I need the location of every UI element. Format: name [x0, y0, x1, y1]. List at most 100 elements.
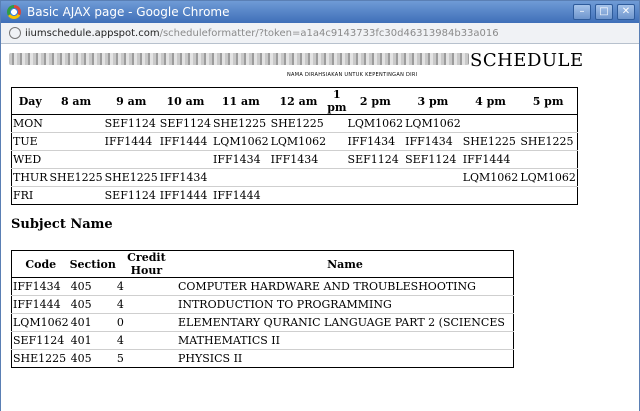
subject-cell: INTRODUCTION TO PROGRAMMING	[177, 295, 514, 314]
subject-column-header: Section	[69, 250, 116, 278]
schedule-column-header: 10 am	[158, 87, 212, 115]
schedule-cell	[346, 186, 405, 205]
page-info-icon[interactable]	[9, 27, 21, 39]
schedule-column-header: 12 am	[269, 87, 328, 115]
schedule-cell: LQM1062	[461, 168, 520, 187]
subject-table: Code Section Credit Hour Name IFF1434 405 4 CO…	[11, 250, 514, 368]
subject-row: SHE1225 405 5 PHYSICS II	[11, 349, 514, 368]
schedule-cell: SEF1124	[159, 117, 211, 130]
schedule-table: Day 8 am 9 am 10 am 11 am 12 am 1 pm 2 pm 3 pm 4 …	[11, 87, 578, 205]
schedule-row: THUR SHE1225 SHE1225 IFF1434 LQM1062 LQM1062	[11, 168, 578, 187]
schedule-cell: IFF1444	[461, 150, 520, 169]
subject-cell: 4	[115, 295, 177, 314]
subject-column-header: Name	[177, 250, 514, 278]
schedule-cell: IFF1434	[346, 132, 405, 151]
schedule-cell	[404, 168, 462, 187]
schedule-cell: SEF1124	[404, 150, 462, 169]
schedule-column-header: 3 pm	[404, 87, 462, 115]
subject-cell: 4	[116, 280, 124, 293]
schedule-column-header: 5 pm	[519, 87, 578, 115]
browser-window: Basic AJAX page - Google Chrome – □ ✕ ii…	[0, 0, 640, 411]
schedule-cell	[158, 150, 212, 169]
subject-row: IFF1434 405 4 COMPUTER HARDWARE AND TROUBLE…	[12, 278, 514, 296]
schedule-cell	[519, 186, 578, 205]
subject-header-row: Code Section Credit Hour Name	[11, 250, 514, 278]
schedule-row: MON SEF1124 SEF1124 SHE1225 SHE1225 LQM1062 LQ…	[12, 115, 578, 133]
subject-row: LQM1062 401 0 ELEMENTARY QURANIC LANGUAGE P…	[11, 313, 514, 332]
schedule-cell: SHE1225	[213, 117, 267, 130]
schedule-cell: IFF1434	[212, 150, 270, 169]
schedule-cell: IFF1434	[404, 132, 462, 151]
schedule-cell: IFF1434	[158, 168, 212, 187]
close-button[interactable]: ✕	[617, 4, 635, 20]
address-bar[interactable]: iiumschedule.appspot.com /scheduleformat…	[1, 23, 639, 44]
redacted-name-banner	[9, 53, 469, 65]
schedule-cell: SHE1225	[461, 132, 520, 151]
schedule-cell	[48, 186, 104, 205]
schedule-cell: SHE1225	[270, 117, 324, 130]
schedule-heading: SCHEDULE	[470, 50, 584, 71]
subject-row: SEF1124 401 4 MATHEMATICS II	[11, 331, 514, 350]
subject-row: IFF1444 405 4 INTRODUCTION TO PROGRAMMING	[11, 295, 514, 314]
schedule-cell: IFF1444	[212, 186, 270, 205]
subject-cell: 405	[69, 295, 116, 314]
minimize-button[interactable]: –	[573, 4, 591, 20]
schedule-cell: FRI	[11, 186, 49, 205]
chrome-icon	[7, 5, 21, 19]
schedule-cell: SEF1124	[104, 117, 156, 130]
schedule-column-header: 4 pm	[461, 87, 520, 115]
schedule-cell: SEF1124	[346, 150, 405, 169]
subject-name-heading: Subject Name	[11, 217, 113, 232]
schedule-cell	[327, 132, 347, 151]
schedule-cell	[404, 186, 462, 205]
schedule-cell	[48, 115, 103, 133]
subject-cell: 401	[69, 331, 116, 350]
schedule-row: TUE IFF1444 IFF1444 LQM1062 LQM1062 IFF1434 IF…	[11, 132, 578, 151]
schedule-cell: TUE	[11, 132, 49, 151]
subject-cell: 5	[115, 349, 177, 368]
schedule-cell	[519, 115, 577, 133]
schedule-cell: LQM1062	[269, 132, 328, 151]
url-host[interactable]: iiumschedule.appspot.com	[25, 28, 160, 39]
schedule-cell	[461, 186, 520, 205]
schedule-column-header: 8 am	[48, 87, 104, 115]
schedule-cell	[346, 168, 405, 187]
schedule-cell: MON	[13, 117, 43, 130]
schedule-column-header: 2 pm	[346, 87, 405, 115]
subject-cell: SEF1124	[11, 331, 70, 350]
schedule-cell	[519, 150, 578, 169]
schedule-cell	[212, 168, 270, 187]
subject-cell: SHE1225	[11, 349, 70, 368]
url-path[interactable]: /scheduleformatter/?token=a1a4c9143733fc…	[160, 28, 499, 39]
schedule-column-header: 9 am	[103, 87, 159, 115]
subject-cell: COMPUTER HARDWARE AND TROUBLESHOOTING	[178, 280, 476, 293]
subject-cell: ELEMENTARY QURANIC LANGUAGE PART 2 (SCIE…	[177, 313, 514, 332]
schedule-cell: IFF1444	[103, 132, 159, 151]
privacy-note: NAMA DIRAHSIAKAN UNTUK KEPENTINGAN DIRI	[287, 72, 418, 78]
window-title: Basic AJAX page - Google Chrome	[27, 5, 230, 19]
subject-cell: 405	[69, 349, 116, 368]
schedule-column-header: 11 am	[212, 87, 270, 115]
subject-cell: IFF1444	[11, 295, 70, 314]
schedule-cell: LQM1062	[212, 132, 270, 151]
subject-cell: 4	[115, 331, 177, 350]
subject-cell: MATHEMATICS II	[177, 331, 514, 350]
schedule-cell	[103, 150, 159, 169]
schedule-cell	[327, 115, 346, 133]
subject-column-header: Credit Hour	[115, 250, 177, 278]
schedule-cell: THUR	[11, 168, 49, 187]
schedule-cell	[327, 168, 347, 187]
subject-cell: IFF1434	[13, 280, 61, 293]
schedule-row: WED IFF1434 IFF1434 SEF1124 SEF1124 IFF1444	[11, 150, 578, 169]
schedule-cell: SHE1225	[519, 132, 578, 151]
schedule-cell: SEF1124	[103, 186, 159, 205]
schedule-cell	[269, 168, 328, 187]
schedule-cell: LQM1062	[405, 117, 461, 130]
maximize-button[interactable]: □	[595, 4, 613, 20]
schedule-header-row: Day 8 am 9 am 10 am 11 am 12 am 1 pm 2 pm 3 pm 4 …	[11, 87, 578, 115]
schedule-cell: LQM1062	[347, 117, 404, 130]
schedule-cell	[48, 132, 104, 151]
subject-cell: PHYSICS II	[177, 349, 514, 368]
subject-cell: 0	[115, 313, 177, 332]
subject-cell: LQM1062	[11, 313, 70, 332]
